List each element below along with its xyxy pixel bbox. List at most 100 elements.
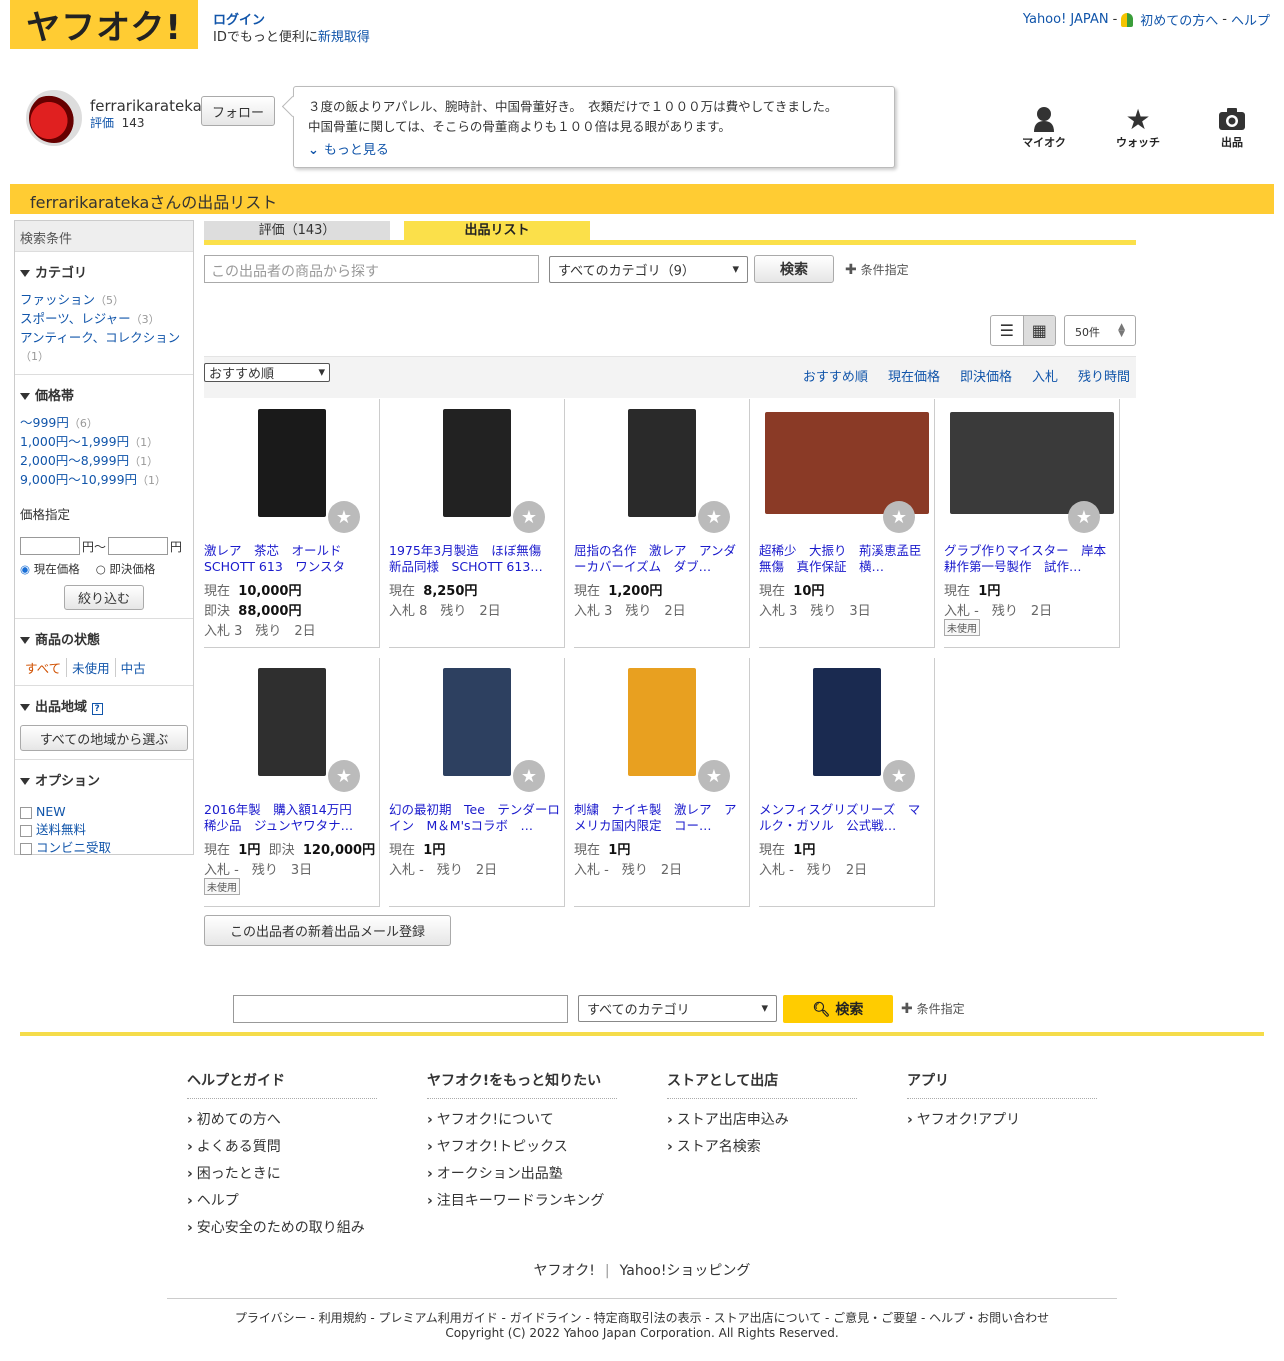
grid-view-icon[interactable]: ▦ bbox=[1022, 316, 1055, 345]
footer-link[interactable]: 安心安全のための取り組み bbox=[187, 1215, 377, 1242]
option-new[interactable]: NEW bbox=[20, 803, 188, 821]
item-title[interactable]: 屈指の名作 激レア アンダーカバーイズム ダブ… bbox=[574, 543, 746, 575]
item-title[interactable]: メンフィスグリズリーズ マルク・ガソル 公式戦… bbox=[759, 802, 931, 834]
item-title[interactable]: 2016年製 購入額14万円 稀少品 ジュンヤワタナ… bbox=[204, 802, 376, 834]
footer-link[interactable]: ヤフオク!アプリ bbox=[907, 1107, 1097, 1134]
category-select[interactable]: すべてのカテゴリ（9） ▾ bbox=[549, 256, 748, 283]
watch-star-icon[interactable]: ★ bbox=[328, 760, 360, 792]
watch-star-icon[interactable]: ★ bbox=[513, 501, 545, 533]
region-title[interactable]: 出品地域 ? bbox=[20, 696, 188, 715]
price-min-input[interactable] bbox=[20, 537, 80, 555]
more-link[interactable]: ⌄ もっと見る bbox=[308, 141, 880, 161]
current-price-radio[interactable]: ◉ 現在価格 bbox=[20, 561, 80, 577]
new-listing-mail-button[interactable]: この出品者の新着出品メール登録 bbox=[204, 915, 451, 946]
footer-link[interactable]: 注目キーワードランキング bbox=[427, 1188, 617, 1215]
watch-star-icon[interactable]: ★ bbox=[1068, 501, 1100, 533]
footer-link[interactable]: ストア名検索 bbox=[667, 1134, 857, 1161]
watch-star-icon[interactable]: ★ bbox=[698, 760, 730, 792]
brand-yahuoku[interactable]: ヤフオク! bbox=[534, 1263, 595, 1279]
item-title[interactable]: 幻の最初期 Tee テンダーロイン M＆M'sコラボ … bbox=[389, 802, 561, 834]
option-conveni[interactable]: コンビニ受取 bbox=[20, 839, 188, 857]
price-item[interactable]: 2,000円〜8,999円（1） bbox=[20, 452, 188, 471]
footer-condition-link[interactable]: ✚ 条件指定 bbox=[901, 1000, 965, 1017]
watch-nav[interactable]: ★ ウォッチ bbox=[1108, 103, 1168, 150]
item-image[interactable] bbox=[389, 409, 565, 517]
help-link[interactable]: ヘルプ bbox=[1231, 10, 1270, 29]
item-card[interactable]: ★ メンフィスグリズリーズ マルク・ガソル 公式戦… 現在 1円 入札 - 残り 2日 bbox=[759, 658, 935, 907]
footer-link[interactable]: ヤフオク!トピックス bbox=[427, 1134, 617, 1161]
item-title[interactable]: 超稀少 大振り 荊溪恵孟臣 無傷 真作保証 横… bbox=[759, 543, 931, 575]
price-item[interactable]: 9,000円〜10,999円（1） bbox=[20, 471, 188, 490]
footer-search-input[interactable] bbox=[233, 995, 568, 1023]
item-image[interactable] bbox=[759, 409, 935, 517]
follow-button[interactable]: フォロー bbox=[201, 96, 275, 126]
item-image[interactable] bbox=[204, 668, 380, 776]
rating-link[interactable]: 評価 bbox=[90, 116, 114, 130]
item-card[interactable]: ★ 激レア 茶芯 オールド SCHOTT 613 ワンスター … 現在 10,000… bbox=[204, 399, 380, 648]
sort-current-price[interactable]: 現在価格 bbox=[888, 366, 940, 385]
watch-star-icon[interactable]: ★ bbox=[883, 501, 915, 533]
footer-link[interactable]: ヤフオク!について bbox=[427, 1107, 617, 1134]
condition-title[interactable]: 商品の状態 bbox=[20, 629, 188, 648]
item-card[interactable]: ★ 超稀少 大振り 荊溪恵孟臣 無傷 真作保証 横… 現在 10円 入札 3 残り 3… bbox=[759, 399, 935, 648]
item-image[interactable] bbox=[389, 668, 565, 776]
item-image[interactable] bbox=[574, 409, 750, 517]
perpage-stepper[interactable]: 50件 ▲ ▼ bbox=[1064, 315, 1136, 346]
item-card[interactable]: ★ 2016年製 購入額14万円 稀少品 ジュンヤワタナ… 現在 1円 即決 120… bbox=[204, 658, 380, 907]
watch-star-icon[interactable]: ★ bbox=[513, 760, 545, 792]
help-icon[interactable]: ? bbox=[91, 703, 103, 715]
sort-recommended[interactable]: おすすめ順 bbox=[803, 366, 868, 385]
seller-search-input[interactable]: この出品者の商品から探す bbox=[204, 255, 539, 283]
footer-link[interactable]: オークション出品塾 bbox=[427, 1161, 617, 1188]
condition-unused[interactable]: 未使用 bbox=[67, 658, 116, 677]
category-item[interactable]: スポーツ、レジャー（3） bbox=[20, 310, 188, 329]
footer-link[interactable]: ストア出店申込み bbox=[667, 1107, 857, 1134]
footer-link[interactable]: 初めての方へ bbox=[187, 1107, 377, 1134]
sell-nav[interactable]: 出品 bbox=[1202, 104, 1262, 150]
list-view-icon[interactable]: ☰ bbox=[991, 316, 1023, 345]
sort-bids[interactable]: 入札 bbox=[1032, 366, 1058, 385]
category-item[interactable]: ファッション（5） bbox=[20, 291, 188, 310]
item-image[interactable] bbox=[944, 409, 1120, 517]
item-title[interactable]: 1975年3月製造 ほぼ無傷 新品同様 SCHOTT 613… bbox=[389, 543, 561, 575]
price-item[interactable]: 1,000円〜1,999円（1） bbox=[20, 433, 188, 452]
avatar[interactable] bbox=[26, 90, 82, 146]
item-title[interactable]: グラブ作りマイスター 岸本耕作第一号製作 試作… bbox=[944, 543, 1116, 575]
sort-select[interactable]: おすすめ順 ▾ bbox=[204, 363, 330, 382]
option-title[interactable]: オプション bbox=[20, 770, 188, 789]
tab-listing[interactable]: 出品リスト bbox=[404, 221, 590, 240]
item-card[interactable]: ★ グラブ作りマイスター 岸本耕作第一号製作 試作… 現在 1円 入札 - 残り 2日… bbox=[944, 399, 1120, 648]
condition-used[interactable]: 中古 bbox=[116, 658, 151, 677]
item-image[interactable] bbox=[759, 668, 935, 776]
narrow-button[interactable]: 絞り込む bbox=[64, 585, 144, 610]
item-card[interactable]: ★ 幻の最初期 Tee テンダーロイン M＆M'sコラボ … 現在 1円 入札 - 残… bbox=[389, 658, 565, 907]
item-image[interactable] bbox=[204, 409, 380, 517]
footer-search-button[interactable]: 🔍︎ 検索 bbox=[783, 995, 893, 1023]
category-title[interactable]: カテゴリ bbox=[20, 262, 188, 281]
item-card[interactable]: ★ 1975年3月製造 ほぼ無傷 新品同様 SCHOTT 613… 現在 8,250… bbox=[389, 399, 565, 648]
tab-rating[interactable]: 評価（143） bbox=[204, 221, 390, 240]
item-card[interactable]: ★ 刺繍 ナイキ製 激レア アメリカ国内限定 コー… 現在 1円 入札 - 残り 2日 bbox=[574, 658, 750, 907]
search-button[interactable]: 検索 bbox=[754, 255, 834, 283]
watch-star-icon[interactable]: ★ bbox=[328, 501, 360, 533]
footer-category-select[interactable]: すべてのカテゴリ ▾ bbox=[578, 995, 777, 1022]
option-freeshipping[interactable]: 送料無料 bbox=[20, 821, 188, 839]
brand-shopping[interactable]: Yahoo!ショッピング bbox=[620, 1263, 751, 1279]
footer-link[interactable]: ヘルプ bbox=[187, 1188, 377, 1215]
condition-all[interactable]: すべて bbox=[20, 658, 68, 677]
beginner-link[interactable]: 初めての方へ bbox=[1140, 10, 1218, 29]
condition-spec-link[interactable]: ✚ 条件指定 bbox=[845, 261, 909, 278]
category-item[interactable]: アンティーク、コレクション（1） bbox=[20, 329, 188, 366]
footer-legal-links[interactable]: プライバシー - 利用規約 - プレミアム利用ガイド - ガイドライン - 特定… bbox=[0, 1309, 1284, 1326]
item-card[interactable]: ★ 屈指の名作 激レア アンダーカバーイズム ダブ… 現在 1,200円 入札 3 残… bbox=[574, 399, 750, 648]
sort-buynow-price[interactable]: 即決価格 bbox=[960, 366, 1012, 385]
myauction-nav[interactable]: マイオク bbox=[1014, 104, 1074, 150]
price-title[interactable]: 価格帯 bbox=[20, 385, 188, 404]
item-title[interactable]: 刺繍 ナイキ製 激レア アメリカ国内限定 コー… bbox=[574, 802, 746, 834]
buynow-price-radio[interactable]: ○ 即決価格 bbox=[96, 561, 156, 577]
price-item[interactable]: 〜999円（6） bbox=[20, 414, 188, 433]
watch-star-icon[interactable]: ★ bbox=[698, 501, 730, 533]
yahuoku-logo[interactable]: ヤフオク! bbox=[10, 0, 198, 49]
watch-star-icon[interactable]: ★ bbox=[883, 760, 915, 792]
yahoo-japan-link[interactable]: Yahoo! JAPAN bbox=[1023, 12, 1109, 27]
